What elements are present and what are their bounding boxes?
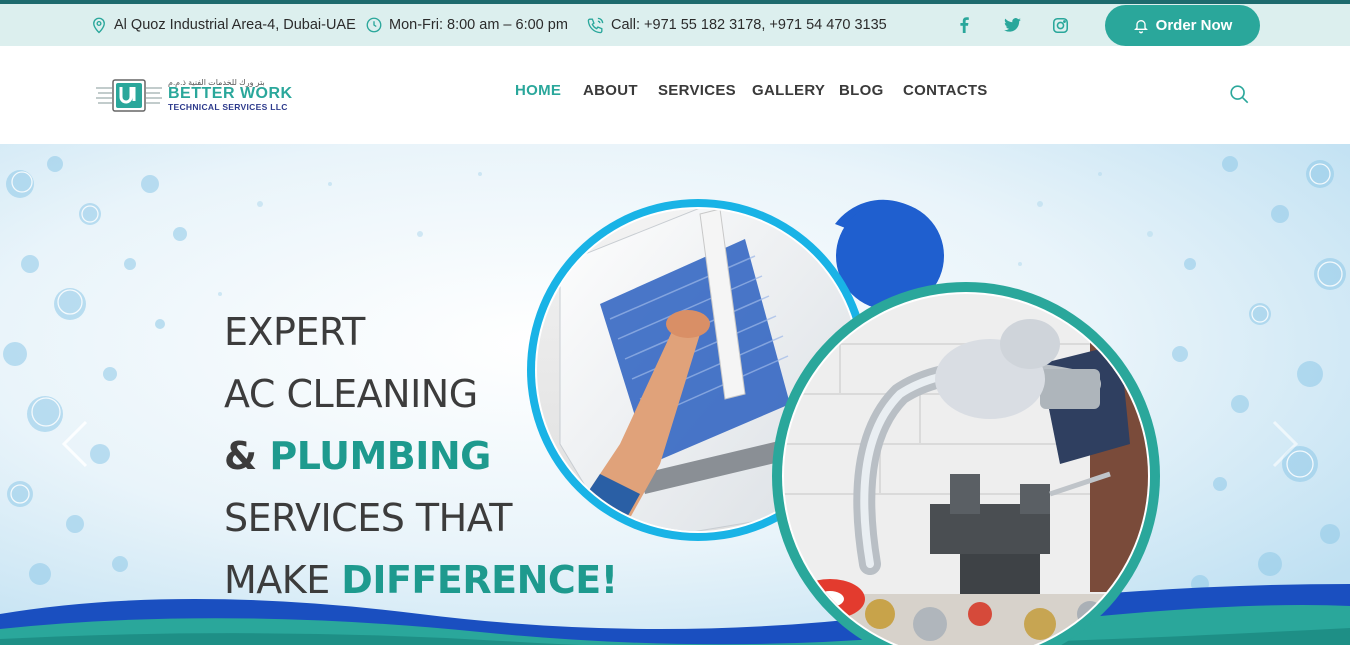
logo-name: BETTER WORK xyxy=(168,85,293,102)
address-text: Al Quoz Industrial Area-4, Dubai-UAE xyxy=(114,17,356,33)
logo-mark-icon xyxy=(96,79,162,112)
nav-blog[interactable]: BLOG xyxy=(839,82,884,104)
top-info-bar: Al Quoz Industrial Area-4, Dubai-UAE Mon… xyxy=(0,4,1350,46)
phone-icon xyxy=(587,17,604,33)
twitter-icon[interactable] xyxy=(1000,4,1024,46)
hero-line-4: SERVICES THAT xyxy=(224,496,512,540)
hero-line-1: EXPERT xyxy=(224,310,365,354)
hero-line-3-amp: & xyxy=(224,434,270,478)
instagram-icon[interactable] xyxy=(1048,4,1072,46)
search-icon xyxy=(1230,85,1249,104)
nav-contacts[interactable]: CONTACTS xyxy=(903,82,988,104)
chevron-right-icon xyxy=(1272,420,1299,468)
slider-prev-button[interactable] xyxy=(56,418,96,470)
phone-text: Call: +971 55 182 3178, +971 54 470 3135 xyxy=(611,17,887,33)
nav-services[interactable]: SERVICES xyxy=(658,82,736,104)
company-logo[interactable]: بتر ورك للخدمات الفنية ذ.م.م BETTER WORK… xyxy=(96,78,296,114)
hero-slider: EXPERT AC CLEANING & PLUMBING SERVICES T… xyxy=(0,144,1350,645)
address-info: Al Quoz Industrial Area-4, Dubai-UAE xyxy=(90,4,356,46)
site-header: بتر ورك للخدمات الفنية ذ.م.م BETTER WORK… xyxy=(0,46,1350,144)
logo-subtitle: TECHNICAL SERVICES LLC xyxy=(168,102,288,112)
hero-line-5: MAKE DIFFERENCE! xyxy=(224,558,618,602)
location-pin-icon xyxy=(93,17,105,34)
hero-line-5-b: DIFFERENCE! xyxy=(341,558,618,602)
phone-info[interactable]: Call: +971 55 182 3178, +971 54 470 3135 xyxy=(586,4,887,46)
chevron-left-icon xyxy=(61,420,88,468)
hero-illustration xyxy=(0,144,1350,645)
nav-home[interactable]: HOME xyxy=(515,82,561,104)
nav-about[interactable]: ABOUT xyxy=(583,82,638,104)
search-button[interactable] xyxy=(1228,83,1250,105)
hours-text: Mon-Fri: 8:00 am – 6:00 pm xyxy=(389,17,568,33)
facebook-icon[interactable] xyxy=(952,4,976,46)
hero-line-5-a: MAKE xyxy=(224,558,342,602)
nav-gallery[interactable]: GALLERY xyxy=(752,82,825,104)
clock-icon xyxy=(366,17,382,33)
slider-next-button[interactable] xyxy=(1264,418,1304,470)
bell-icon xyxy=(1133,19,1148,33)
order-now-button[interactable]: Order Now xyxy=(1105,5,1260,46)
hours-info: Mon-Fri: 8:00 am – 6:00 pm xyxy=(365,4,568,46)
hero-line-3: & PLUMBING xyxy=(224,434,491,478)
hero-line-3-text: PLUMBING xyxy=(269,434,491,478)
hero-line-2: AC CLEANING xyxy=(224,372,478,416)
order-now-label: Order Now xyxy=(1155,17,1233,34)
